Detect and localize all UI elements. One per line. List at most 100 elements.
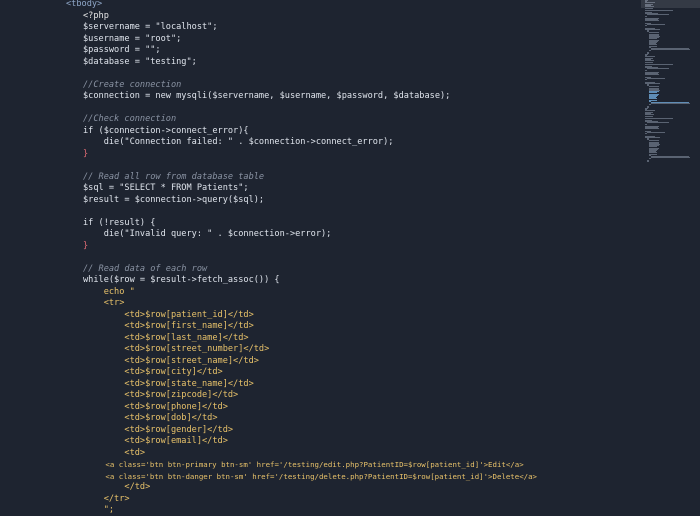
code-line: $database = "testing"; [83,57,197,68]
minimap-line [651,49,690,51]
code-line: <td>$row[city]</td> [83,367,223,378]
code-text: if ($connection->connect_error){ [83,126,249,136]
code-line: if ($connection->connect_error){ [83,126,249,137]
code-text: <tr> [83,298,125,308]
code-line: $servername = "localhost"; [83,22,218,33]
code-line: <td>$row[patient_id]</td> [83,310,254,321]
code-line: <td>$row[dob]</td> [83,413,218,424]
code-line: <td>$row[email]</td> [83,436,228,447]
minimap-line [651,103,690,105]
code-text: $password = ""; [83,45,161,55]
code-text: <td>$row[last_name]</td> [83,333,249,343]
minimap-scroll-thumb[interactable] [641,0,700,8]
code-text: <td>$row[dob]</td> [83,413,218,423]
minimap-line [647,122,670,124]
code-line: die("Connection failed: " . $connection-… [83,137,394,148]
code-text: } [83,149,89,159]
code-text: die("Connection failed: " . $connection-… [83,137,394,147]
code-line: <td>$row[street_number]</td> [83,344,269,355]
code-text: <td>$row[phone]</td> [83,402,228,412]
minimap-line [645,74,659,76]
code-line: } [83,241,88,252]
code-text: <a class='btn btn-danger btn-sm' href='/… [52,472,537,481]
minimap-line [645,69,647,71]
minimap-line [647,160,649,162]
code-text: $servername = "localhost"; [83,22,218,32]
code-line: $connection = new mysqli($servername, $u… [83,91,450,102]
code-line: "; [83,505,114,516]
code-text: echo " [83,287,135,297]
code-comment: //Create connection [83,80,182,90]
code-line: if (!result) { [83,218,155,229]
minimap-line [645,133,647,135]
minimap-line [645,25,647,27]
code-line: <td>$row[last_name]</td> [83,333,249,344]
code-line: <td> [83,448,145,459]
code-comment: // Read data of each row [83,264,208,274]
minimap-line [647,78,665,79]
code-line: // Read data of each row [83,264,207,275]
minimap-line [645,128,659,130]
code-text: if (!result) { [83,218,156,228]
code-text: <a class='btn btn-primary btn-sm' href='… [52,460,524,469]
code-line: // Read all row from database table [83,172,264,183]
minimap-line [645,20,659,22]
code-line: <td>$row[state_name]</td> [83,379,254,390]
code-line: <td>$row[first_name]</td> [83,321,254,332]
code-text: } [83,241,89,251]
code-text: <td>$row[zipcode]</td> [83,390,239,400]
minimap[interactable] [641,0,700,162]
code-text: <td>$row[city]</td> [83,367,223,377]
code-text: <td>$row[state_name]</td> [83,379,254,389]
code-line: //Create connection [83,80,181,91]
code-text: <td>$row[email]</td> [83,436,228,446]
code-text: <td>$row[patient_id]</td> [83,310,254,320]
code-comment: //Check connection [83,114,177,124]
code-text: <td>$row[street_name]</td> [83,356,259,366]
code-line: echo " [83,287,135,298]
minimap-line [649,158,651,160]
minimap-line [645,60,654,61]
code-line: <a class='btn btn-primary btn-sm' href='… [52,459,524,470]
code-text: <?php [83,11,109,21]
code-text: <td>$row[street_number]</td> [83,344,270,354]
code-line: $result = $connection->query($sql); [83,195,264,206]
code-line: <td>$row[gender]</td> [83,425,233,436]
code-text: <td>$row[gender]</td> [83,425,234,435]
minimap-line [645,63,674,65]
code-line: <td>$row[street_name]</td> [83,356,259,367]
minimap-line [649,104,651,106]
code-line: <tbody> [66,0,102,10]
code-text: $connection = new mysqli($servername, $u… [83,91,451,101]
minimap-line [649,50,651,52]
code-line: } [83,149,88,160]
minimap-line [645,114,654,115]
code-text: "; [83,505,115,515]
code-text: $username = "root"; [83,34,182,44]
minimap-line [645,123,647,125]
code-line: die("Invalid query: " . $connection->err… [83,229,332,240]
code-text: <td> [83,448,146,458]
minimap-line [647,14,670,16]
minimap-line [645,9,674,11]
code-text: <tbody> [66,0,103,9]
code-line: <td>$row[zipcode]</td> [83,390,238,401]
code-text: die("Invalid query: " . $connection->err… [83,229,332,239]
code-line: //Check connection [83,114,176,125]
minimap-line [645,79,647,81]
code-text: </td> [83,482,151,492]
code-line: $sql = "SELECT * FROM Patients"; [83,183,249,194]
code-editor[interactable]: <tbody> <?php $servername = "localhost";… [0,0,640,516]
code-line: while($row = $result->fetch_assoc()) { [83,275,280,286]
minimap-line [647,24,665,25]
minimap-line [645,15,647,17]
code-text: while($row = $result->fetch_assoc()) { [83,275,280,285]
code-text: <td>$row[first_name]</td> [83,321,254,331]
code-comment: // Read all row from database table [83,172,265,182]
code-line: <td>$row[phone]</td> [83,402,228,413]
code-line: $password = ""; [83,45,161,56]
code-line: $username = "root"; [83,34,181,45]
code-line: </td> [83,482,150,493]
code-text: </tr> [83,494,130,504]
minimap-line [647,132,665,133]
